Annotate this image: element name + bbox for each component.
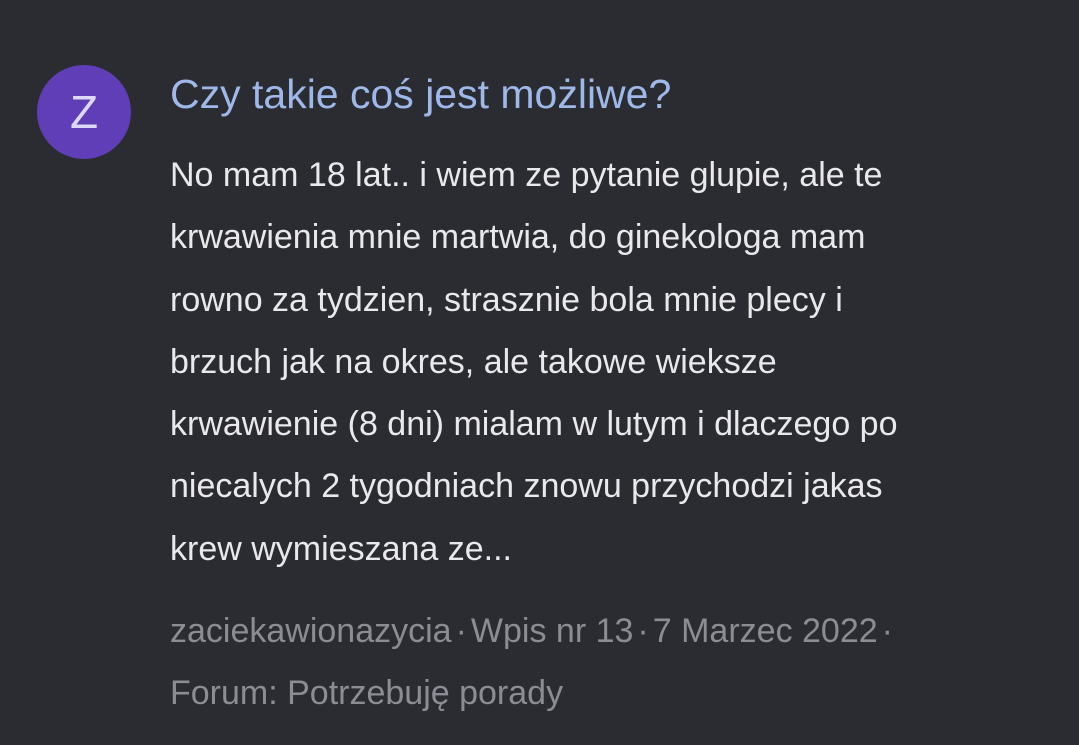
forum-name: Forum: Potrzebuję porady xyxy=(170,674,564,713)
snippet-line: krwawienie (8 dni) mialam w lutym i dlac… xyxy=(170,405,898,444)
snippet-line: krew wymieszana ze... xyxy=(170,529,512,568)
result-meta: zaciekawionazycia · Wpis nr 13 · 7 Marzec 20… xyxy=(170,600,1030,724)
snippet-line: krwawienia mnie martwia, do ginekologa m… xyxy=(170,218,866,257)
meta-separator: · xyxy=(881,612,893,651)
meta-separator: · xyxy=(455,612,467,651)
snippet-line: brzuch jak na okres, ale takowe wieksze xyxy=(170,342,777,381)
avatar-letter: Z xyxy=(69,86,99,138)
entry-number: Wpis nr 13 xyxy=(470,612,634,651)
snippet-line: niecalych 2 tygodniach znowu przychodzi … xyxy=(170,467,883,506)
meta-line-details: zaciekawionazycia · Wpis nr 13 · 7 Marzec 20… xyxy=(170,600,1030,662)
meta-separator: · xyxy=(637,612,649,651)
avatar: Z xyxy=(37,65,131,159)
post-date: 7 Marzec 2022 xyxy=(652,612,878,651)
result-snippet: No mam 18 lat.. i wiem ze pytanie glupie… xyxy=(170,144,1030,580)
result-content: Czy takie coś jest możliwe? No mam 18 la… xyxy=(170,64,1030,724)
snippet-line: rowno za tydzien, strasznie bola mnie pl… xyxy=(170,280,843,319)
snippet-line: No mam 18 lat.. i wiem ze pytanie glupie… xyxy=(170,156,883,194)
author-name: zaciekawionazycia xyxy=(170,612,452,651)
result-title-link[interactable]: Czy takie coś jest możliwe? xyxy=(170,64,671,124)
search-result-card[interactable]: Z Czy takie coś jest możliwe? No mam 18 … xyxy=(0,0,1079,745)
